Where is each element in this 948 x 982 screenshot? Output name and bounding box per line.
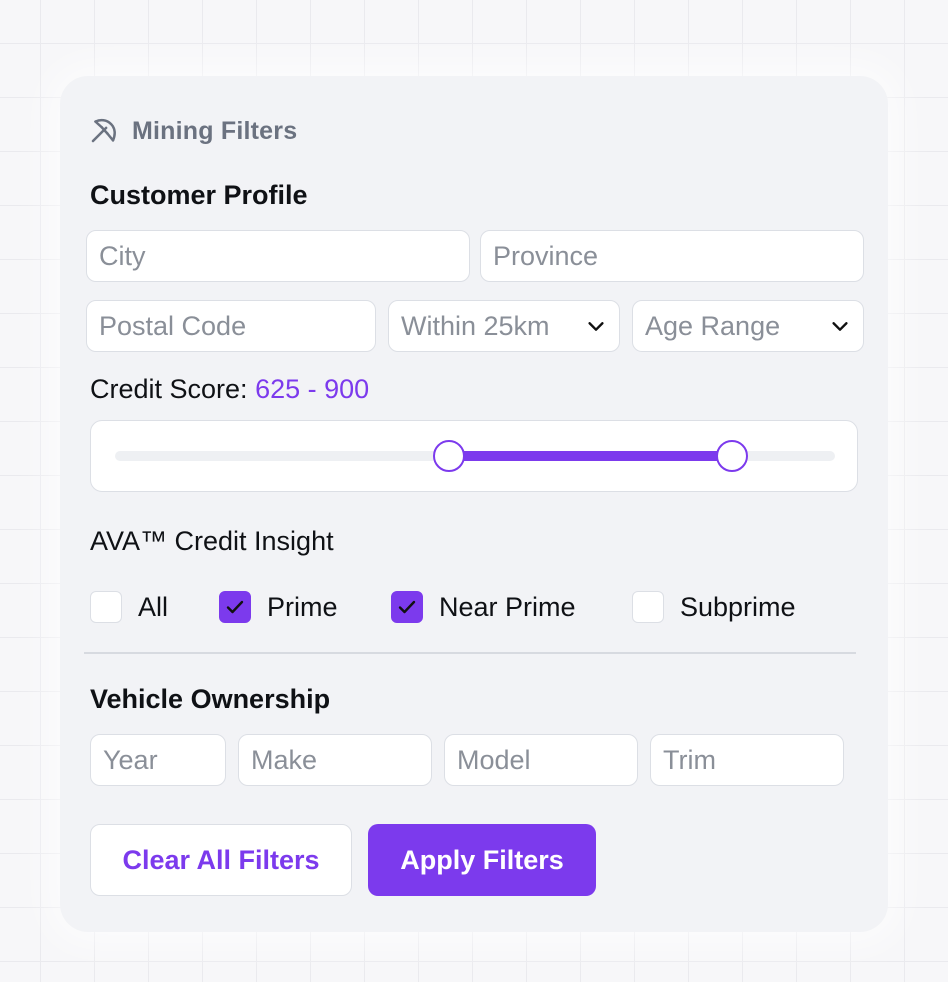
checkbox-all[interactable]: All bbox=[90, 591, 168, 623]
checkbox-label: Near Prime bbox=[439, 591, 576, 622]
panel-title: Mining Filters bbox=[132, 116, 298, 145]
check-icon bbox=[398, 600, 416, 614]
pickaxe-icon bbox=[88, 116, 118, 146]
checkbox[interactable] bbox=[391, 591, 423, 623]
slider-selected-range bbox=[449, 451, 733, 461]
credit-insight-heading: AVA™ Credit Insight bbox=[90, 526, 334, 556]
slider-min-handle[interactable] bbox=[433, 440, 466, 472]
vehicle-ownership-heading: Vehicle Ownership bbox=[90, 684, 331, 714]
city-input[interactable] bbox=[99, 240, 457, 272]
model-field[interactable] bbox=[444, 734, 638, 786]
checkbox-subprime[interactable]: Subprime bbox=[632, 591, 796, 623]
customer-profile-heading: Customer Profile bbox=[90, 180, 308, 210]
checkbox-label: All bbox=[138, 591, 169, 622]
mining-filters-panel: Mining Filters Customer Profile Within 2… bbox=[60, 76, 888, 932]
province-field[interactable] bbox=[480, 230, 864, 282]
credit-score-slider[interactable] bbox=[90, 420, 858, 492]
checkbox-prime[interactable]: Prime bbox=[219, 591, 338, 623]
trim-field[interactable] bbox=[650, 734, 844, 786]
credit-score-range: 625 - 900 bbox=[255, 374, 370, 404]
trim-input[interactable] bbox=[663, 744, 831, 776]
postal-code-input[interactable] bbox=[99, 310, 363, 342]
checkbox-near-prime[interactable]: Near Prime bbox=[391, 591, 576, 623]
distance-select-value: Within 25km bbox=[401, 310, 550, 341]
apply-filters-button[interactable]: Apply Filters bbox=[368, 824, 596, 896]
province-input[interactable] bbox=[493, 240, 851, 272]
slider-max-handle[interactable] bbox=[716, 440, 749, 472]
chevron-down-icon bbox=[585, 315, 607, 337]
credit-score-label-text: Credit Score: bbox=[90, 374, 248, 404]
clear-all-filters-button[interactable]: Clear All Filters bbox=[90, 824, 352, 896]
age-range-select[interactable]: Age Range bbox=[632, 300, 864, 352]
year-input[interactable] bbox=[103, 744, 213, 776]
panel-header: Mining Filters bbox=[88, 116, 297, 146]
make-input[interactable] bbox=[251, 744, 419, 776]
age-range-select-value: Age Range bbox=[645, 310, 781, 341]
section-divider bbox=[84, 652, 856, 654]
distance-select[interactable]: Within 25km bbox=[388, 300, 620, 352]
checkbox[interactable] bbox=[219, 591, 251, 623]
model-input[interactable] bbox=[457, 744, 625, 776]
chevron-down-icon bbox=[829, 315, 851, 337]
checkbox-label: Prime bbox=[267, 591, 338, 622]
checkbox[interactable] bbox=[90, 591, 122, 623]
year-field[interactable] bbox=[90, 734, 226, 786]
credit-score-label: Credit Score: 625 - 900 bbox=[90, 374, 369, 405]
make-field[interactable] bbox=[238, 734, 432, 786]
postal-code-field[interactable] bbox=[86, 300, 376, 352]
check-icon bbox=[226, 600, 244, 614]
checkbox[interactable] bbox=[632, 591, 664, 623]
city-field[interactable] bbox=[86, 230, 470, 282]
checkbox-label: Subprime bbox=[680, 591, 796, 622]
